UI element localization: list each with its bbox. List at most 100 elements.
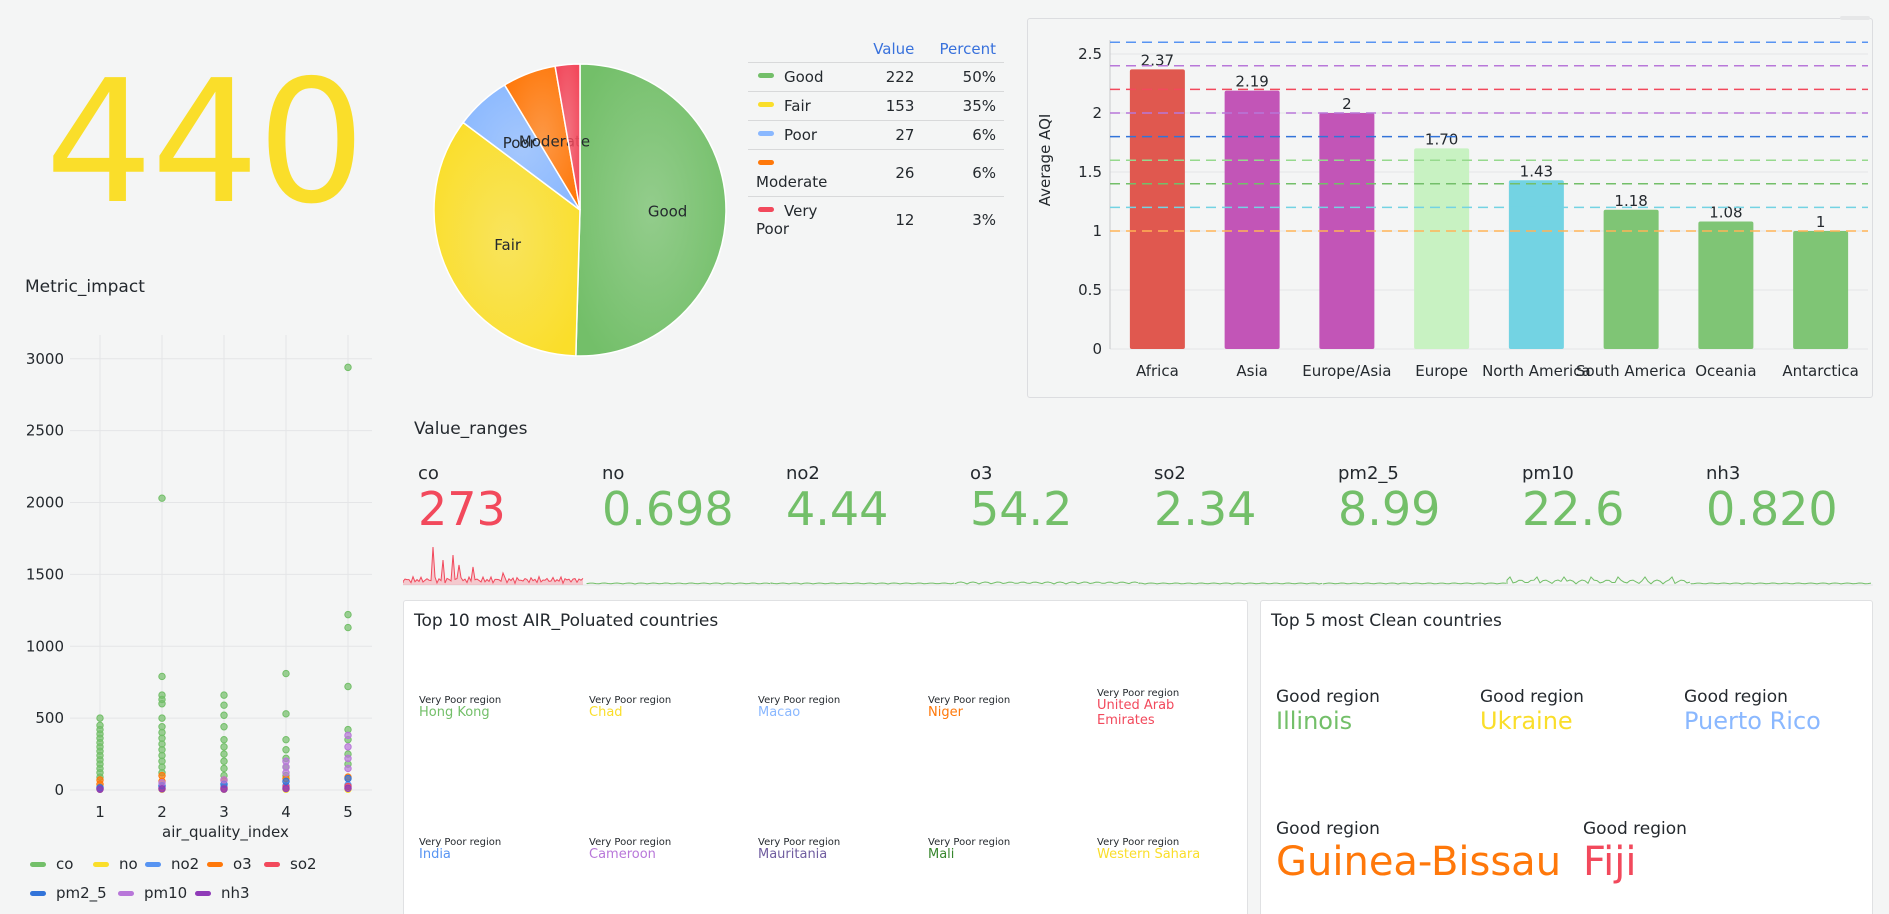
legend-value: 27: [858, 120, 923, 150]
scatter-y-tick: 2500: [26, 422, 64, 440]
scatter-x-tick: 5: [343, 803, 353, 821]
legend-row[interactable]: Very Poor 12 3%: [748, 196, 1004, 243]
legend-item-o3[interactable]: o3: [207, 855, 252, 873]
polluted-country[interactable]: Very Poor region Macao: [758, 695, 888, 721]
scatter-point-co: [282, 746, 290, 754]
legend-label: Poor: [784, 126, 818, 144]
polluted-country[interactable]: Very Poor region Mauritania: [758, 837, 888, 863]
bar-value-label: 1.70: [1425, 130, 1458, 148]
scatter-point-nh3: [220, 785, 228, 793]
clean-country[interactable]: Good region Illinois: [1276, 687, 1380, 735]
legend-header-value[interactable]: Value: [858, 36, 922, 63]
stat-label: pm10: [1522, 463, 1574, 484]
legend-swatch: [758, 102, 774, 107]
scatter-x-tick: 2: [157, 803, 167, 821]
polluted-country[interactable]: Very Poor region Western Sahara: [1097, 837, 1227, 863]
legend-label-cell: Moderate: [748, 149, 858, 197]
polluted-country[interactable]: Very Poor region Niger: [928, 695, 1058, 721]
stat-label: o3: [970, 463, 993, 484]
scatter-point-nh3: [344, 784, 352, 792]
legend-item-co[interactable]: co: [30, 855, 73, 873]
legend-label-cell: Fair: [748, 91, 858, 121]
scatter-x-tick: 3: [219, 803, 229, 821]
metric-impact-title: Metric_impact: [25, 277, 145, 297]
polluted-country[interactable]: Very Poor region Cameroon: [589, 837, 719, 863]
legend-item-pm10[interactable]: pm10: [118, 884, 187, 902]
clean-country[interactable]: Good region Guinea-Bissau: [1276, 819, 1561, 885]
legend-swatch: [145, 861, 161, 867]
legend-swatch: [93, 861, 109, 867]
scatter-point-co: [158, 723, 166, 731]
legend-header-name: [748, 36, 858, 63]
scatter-point-o3: [96, 776, 104, 784]
bar-y-tick: 1.5: [1078, 163, 1102, 181]
scatter-point-pm10: [344, 743, 352, 751]
aqi-pie-chart: GoodFairPoorModerate: [433, 63, 727, 357]
polluted-country[interactable]: Very Poor region Hong Kong: [419, 695, 549, 721]
clean-country[interactable]: Good region Ukraine: [1480, 687, 1584, 735]
scatter-point-co: [220, 711, 228, 719]
polluted-country[interactable]: Very Poor region Mali: [928, 837, 1058, 863]
pie-slice-label: Good: [648, 202, 688, 220]
bar-value-label: 2.19: [1235, 73, 1268, 91]
region-name: Cameroon: [589, 847, 656, 862]
sparkline-co: [403, 546, 584, 585]
legend-item-no[interactable]: no: [93, 855, 138, 873]
legend-item-nh3[interactable]: nh3: [195, 884, 250, 902]
stat-label: no: [602, 463, 625, 484]
stat-label: co: [418, 463, 439, 484]
scatter-point-co: [96, 721, 104, 730]
legend-swatch: [207, 861, 223, 867]
bar-y-tick: 1: [1092, 222, 1102, 240]
scatter-x-tick: 4: [281, 803, 291, 821]
bar-africa: [1129, 69, 1185, 349]
legend-item-no2[interactable]: no2: [145, 855, 199, 873]
clean-country[interactable]: Good region Fiji: [1583, 819, 1687, 885]
region-name: Chad: [589, 705, 623, 720]
legend-label: o3: [233, 855, 252, 873]
legend-row[interactable]: Fair 153 35%: [748, 91, 1004, 121]
legend-row[interactable]: Moderate 26 6%: [748, 149, 1004, 197]
polluted-country[interactable]: Very Poor region United Arab Emirates: [1097, 688, 1227, 729]
scatter-point-co: [158, 691, 166, 699]
value-ranges-sparklines: [403, 546, 1873, 586]
legend-value: 153: [858, 91, 923, 121]
legend-swatch: [195, 890, 211, 896]
polluted-country[interactable]: Very Poor region India: [419, 837, 549, 863]
legend-item-pm2_5[interactable]: pm2_5: [30, 884, 107, 902]
region-name: Fiji: [1583, 839, 1637, 885]
legend-row[interactable]: Good 222 50%: [748, 62, 1004, 92]
sparkline-green: [770, 582, 955, 585]
scatter-point-co: [220, 757, 228, 765]
sparkline-green: [954, 581, 1139, 585]
region-name: Ukraine: [1480, 707, 1573, 735]
sparkline-co-fill: [403, 547, 583, 585]
stat-label: no2: [786, 463, 820, 484]
scatter-point-co: [158, 672, 166, 681]
legend-row[interactable]: Poor 27 6%: [748, 120, 1004, 150]
region-name: United Arab Emirates: [1097, 698, 1175, 728]
legend-header-percent[interactable]: Percent: [922, 36, 1004, 63]
legend-label: pm2_5: [56, 884, 107, 902]
clean-country[interactable]: Good region Puerto Rico: [1684, 687, 1821, 735]
region-name: Puerto Rico: [1684, 707, 1821, 735]
region-name: Niger: [928, 705, 963, 720]
scatter-point-co: [282, 669, 290, 678]
bar-y-tick: 2: [1092, 104, 1102, 122]
bar-oceania: [1698, 221, 1754, 349]
legend-item-so2[interactable]: so2: [264, 855, 317, 873]
scatter-y-tick: 1500: [26, 565, 64, 583]
polluted-country[interactable]: Very Poor region Chad: [589, 695, 719, 721]
region-label: Good region: [1583, 819, 1687, 839]
region-name: Macao: [758, 705, 801, 720]
legend-label: pm10: [144, 884, 188, 902]
region-name: Mali: [928, 847, 955, 862]
region-name: India: [419, 847, 451, 862]
clean-countries-panel: Top 5 most Clean countries Good region Il…: [1260, 600, 1873, 914]
sparkline-green: [1322, 582, 1507, 585]
legend-label: no: [119, 855, 138, 873]
scatter-point-co: [96, 714, 104, 722]
bar-y-tick: 2.5: [1078, 45, 1102, 63]
bar-y-tick: 0: [1092, 340, 1102, 358]
scatter-point-co: [220, 735, 228, 744]
